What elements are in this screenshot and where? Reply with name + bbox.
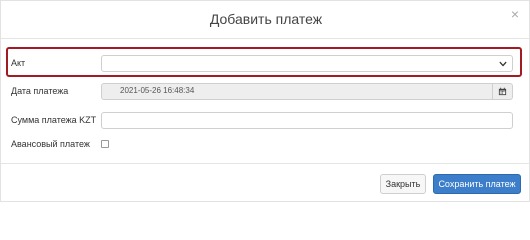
payment-date-value: 2021-05-26 16:48:34 (120, 86, 195, 95)
save-payment-button[interactable]: Сохранить платеж (433, 174, 521, 194)
close-icon[interactable]: × (511, 7, 519, 21)
payment-date-label: Дата платежа (11, 86, 69, 96)
calendar-button[interactable] (492, 83, 512, 100)
act-select[interactable] (101, 55, 513, 72)
amount-input[interactable] (101, 112, 513, 129)
add-payment-dialog: Добавить платеж × Акт Дата платежа 2021-… (0, 0, 530, 202)
advance-label: Авансовый платеж (11, 139, 90, 149)
advance-checkbox[interactable] (101, 140, 109, 148)
act-label: Акт (11, 58, 26, 68)
calendar-icon (498, 87, 507, 96)
amount-label: Сумма платежа KZT (11, 115, 97, 125)
dialog-footer: Закрыть Сохранить платеж (1, 163, 530, 203)
chevron-down-icon (499, 61, 507, 67)
payment-date-field[interactable]: 2021-05-26 16:48:34 (101, 83, 513, 100)
dialog-title: Добавить платеж (209, 11, 323, 27)
dialog-header: Добавить платеж × (1, 1, 530, 39)
close-button[interactable]: Закрыть (380, 174, 426, 194)
